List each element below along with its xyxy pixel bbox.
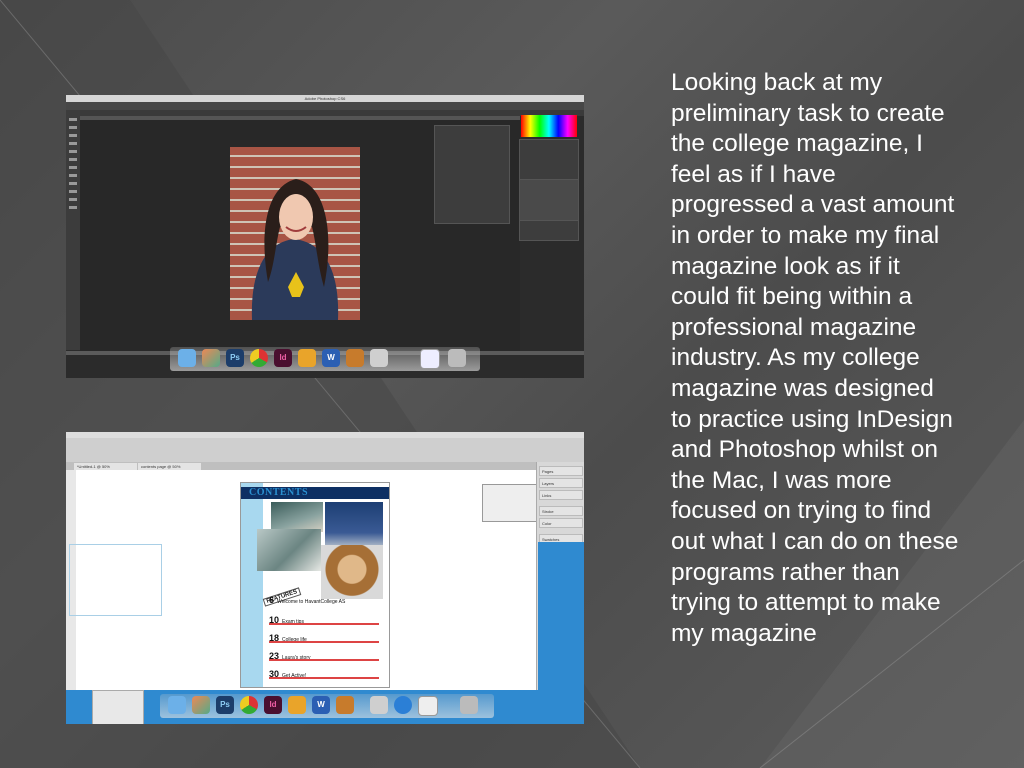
contents-page: CONTENTS FEATURES 6 Welcome to HavantColl… xyxy=(240,482,390,688)
id-color-panel xyxy=(482,484,538,522)
mac-dock: Ps Id W xyxy=(170,347,480,371)
panel-color[interactable]: Color xyxy=(539,518,583,528)
panel-stroke[interactable]: Stroke xyxy=(539,506,583,516)
slide-body-text: Looking back at my preliminary task to c… xyxy=(671,69,959,647)
ps-layers-panel xyxy=(519,179,579,221)
tab-contents-page[interactable]: contents page @ 50% xyxy=(138,463,201,470)
stamp-tool-icon xyxy=(69,166,77,169)
move-tool-icon xyxy=(69,118,77,121)
zoom-tool-icon xyxy=(69,206,77,209)
ps-properties-panel xyxy=(434,125,510,224)
finder-icon[interactable] xyxy=(168,696,186,714)
toc-item: 6 Welcome to HavantCollege AS xyxy=(269,590,385,608)
word-icon[interactable]: W xyxy=(322,349,340,367)
id-control-panel xyxy=(66,438,584,463)
photos-icon[interactable] xyxy=(192,696,210,714)
garageband-icon[interactable] xyxy=(346,349,364,367)
marquee-tool-icon xyxy=(69,126,77,129)
eraser-tool-icon xyxy=(69,174,77,177)
photo-library xyxy=(325,502,383,546)
indesign-icon[interactable]: Id xyxy=(274,349,292,367)
contents-title: CONTENTS xyxy=(249,487,309,498)
tab-untitled[interactable]: *Untitled-1 @ 50% xyxy=(74,463,137,470)
portrait-photo xyxy=(230,147,360,320)
brush-tool-icon xyxy=(69,158,77,161)
toc-item: 10 Exam tips xyxy=(269,610,385,628)
photos-icon[interactable] xyxy=(202,349,220,367)
id-document-tabs: *Untitled-1 @ 50% contents page @ 50% xyxy=(66,462,536,470)
toc-item: 23 Laura's story xyxy=(269,646,385,664)
photo-classroom xyxy=(271,502,323,532)
photoshop-icon[interactable]: Ps xyxy=(216,696,234,714)
text-tool-icon xyxy=(69,190,77,193)
trash-icon[interactable] xyxy=(448,349,466,367)
crop-tool-icon xyxy=(69,142,77,145)
lasso-tool-icon xyxy=(69,134,77,137)
panel-links[interactable]: Links xyxy=(539,490,583,500)
toc-number: 6 xyxy=(269,595,275,605)
finder-window-icon[interactable] xyxy=(420,349,440,369)
pages-icon[interactable] xyxy=(288,696,306,714)
mail-icon[interactable] xyxy=(418,696,438,716)
eyedropper-tool-icon xyxy=(69,150,77,153)
photoshop-screenshot: Adobe Photoshop CS6 Ps Id W xyxy=(66,95,584,378)
ps-options-bar xyxy=(66,102,584,110)
itunes-icon[interactable] xyxy=(394,696,412,714)
preview-icon[interactable] xyxy=(370,349,388,367)
toc-subline xyxy=(269,659,379,661)
photo-writing xyxy=(257,529,321,571)
toc-item: 30 Get Active! xyxy=(269,664,385,682)
finder-icon[interactable] xyxy=(178,349,196,367)
pages-icon[interactable] xyxy=(298,349,316,367)
toc-subline xyxy=(269,623,379,625)
page-bleed-strip xyxy=(241,483,263,687)
garageband-icon[interactable] xyxy=(336,696,354,714)
finder-sidebar xyxy=(92,690,144,724)
trash-icon[interactable] xyxy=(460,696,478,714)
chrome-icon[interactable] xyxy=(240,696,258,714)
preview-icon[interactable] xyxy=(370,696,388,714)
toc-label: Welcome to HavantCollege AS xyxy=(277,599,346,605)
indesign-screenshot: *Untitled-1 @ 50% contents page @ 50% CO… xyxy=(66,432,584,724)
toc-subline xyxy=(269,677,379,679)
word-icon[interactable]: W xyxy=(312,696,330,714)
panel-layers[interactable]: Layers xyxy=(539,478,583,488)
indesign-icon[interactable]: Id xyxy=(264,696,282,714)
toc-item: 18 College life xyxy=(269,628,385,646)
chrome-icon[interactable] xyxy=(250,349,268,367)
panel-pages[interactable]: Pages xyxy=(539,466,583,476)
ps-tools-panel xyxy=(66,110,80,350)
ps-window-title: Adobe Photoshop CS6 xyxy=(304,96,346,101)
toc-subline xyxy=(269,641,379,643)
empty-text-frame xyxy=(69,544,162,616)
gradient-tool-icon xyxy=(69,182,77,185)
photoshop-icon[interactable]: Ps xyxy=(226,349,244,367)
ps-swatches-panel xyxy=(521,115,577,137)
mac-dock: Ps Id W xyxy=(160,694,494,718)
portrait-illustration xyxy=(251,179,339,320)
hand-tool-icon xyxy=(69,198,77,201)
